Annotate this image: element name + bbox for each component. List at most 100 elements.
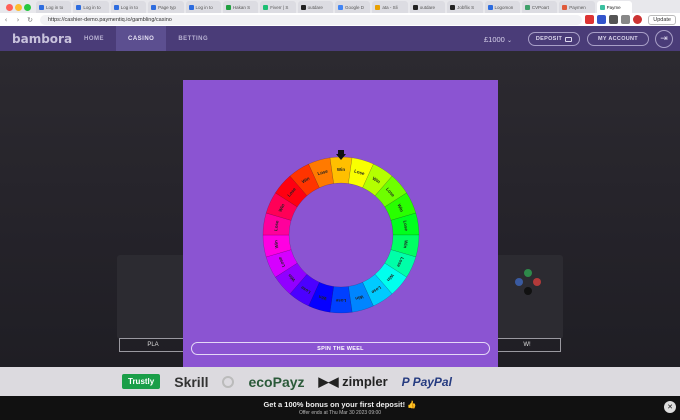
extension-icon[interactable] [609,15,619,24]
browser-tab[interactable]: Logomon [484,1,520,13]
forward-icon[interactable]: › [12,16,24,24]
github-icon [300,4,306,10]
maximize-window-icon[interactable] [24,4,31,11]
minimize-window-icon[interactable] [15,4,22,11]
zimpler-mark-icon: ▶◀ [318,373,339,389]
browser-tab[interactable]: CVPoart [521,1,558,13]
browser-tab[interactable]: Log in to [36,1,72,13]
browser-tab-label: Hakan S [232,4,251,10]
browser-tab-label: Page typ [158,4,176,10]
close-icon[interactable]: ✕ [664,401,676,413]
zimpler-label: zimpler [342,373,388,389]
slides-icon [375,4,381,10]
address-bar-row: ‹ › ↻ https://cashier-demo.paymentiq.io/… [0,13,680,26]
browser-tab[interactable]: outdare [409,1,446,13]
browser-chrome: Log in to Log in to Log in to Page typ Log i… [0,0,680,26]
paypal-mark-icon: P [401,374,410,389]
browser-tab-label: Log in to [120,4,139,10]
deposit-button[interactable]: DEPOSIT [528,32,580,46]
paypal-logo: P PayPal [402,375,452,389]
zimpler-logo: ▶◀ zimpler [319,374,388,390]
browser-tab-label: CVPoart [531,4,549,10]
paypal-label: PayPal [412,374,452,389]
browser-tab[interactable]: Jobflix S [447,1,483,13]
browser-tab-label: Google D [345,4,365,10]
browser-tab-label: Log in to [195,4,213,10]
bonus-banner: Get a 100% bonus on your first deposit! … [0,396,680,420]
extension-icon[interactable] [585,15,595,24]
cv-icon [524,4,530,10]
atlassian-icon [188,4,194,10]
browser-tab[interactable]: Payme [596,1,632,13]
browser-tab[interactable]: Log in to [185,1,221,13]
game-card-left[interactable] [117,255,187,339]
atlassian-icon [76,4,82,10]
bonus-headline: Get a 100% bonus on your first deposit! … [0,396,680,409]
back-icon[interactable]: ‹ [0,16,12,24]
browser-tab-label: Log in to [46,4,64,10]
browser-tab[interactable]: ata - Sli [372,1,408,13]
browser-tab-label: Log in to [83,4,101,10]
browser-tab[interactable]: Page typ [148,1,184,13]
play-button-right[interactable]: W! [493,338,561,352]
brand-logo[interactable]: bambora [12,32,72,46]
spin-the-wheel-button[interactable]: SPIN THE WEEL [191,342,490,355]
nav-home[interactable]: HOME [72,26,116,51]
browser-tab[interactable]: outdare [297,1,333,13]
url-field[interactable]: https://cashier-demo.paymentiq.io/gambli… [40,14,583,25]
balance-dropdown[interactable]: £1000 ⌄ [484,35,512,44]
wheel-segment-label: Win [337,167,345,172]
github-icon [412,4,418,10]
my-account-button[interactable]: MY ACCOUNT [587,32,649,46]
browser-tabs: Log in to Log in to Log in to Page typ Log i… [36,1,632,13]
green-dot-icon [225,4,231,10]
chevron-down-icon: ⌄ [506,38,512,44]
deposit-label: DEPOSIT [535,36,563,42]
provider-badge-icon [222,375,235,388]
spin-wheel-modal: Win Lose Win Lose Win Lose Win Lose Win Lose Win Lo… [183,80,498,367]
browser-tab-label: Paymen [569,4,586,10]
browser-tab-label: Fiverr | S [270,4,289,10]
logout-icon[interactable]: ⇥ [655,30,673,48]
browser-tab[interactable]: Paymen [559,1,595,13]
payment-icon [599,4,605,10]
browser-tab[interactable]: Hakan S [222,1,259,13]
game-card-right[interactable] [493,255,563,339]
sidebar-icon[interactable] [621,15,631,24]
browser-tab[interactable]: Log in to [110,1,147,13]
profile-avatar[interactable] [633,15,643,24]
browser-tab[interactable]: Fiverr | S [260,1,296,13]
extension-icon[interactable] [597,15,607,24]
skrill-logo: Skrill [174,373,209,390]
nav-betting[interactable]: BETTING [166,26,220,51]
gamepad-icon [513,267,543,297]
browser-tab-label: Jobflix S [457,4,475,10]
update-button[interactable]: Update [648,14,676,25]
thumbs-up-icon: 👍 [407,400,417,409]
atlassian-icon [39,4,44,10]
prize-wheel: Win LoseWinLoseWinLoseWinLoseWinLoseWinLo… [262,150,420,314]
payment-icon [562,4,568,10]
reload-icon[interactable]: ↻ [24,16,36,24]
browser-tab-label: ata - Sli [382,4,398,10]
trustly-logo: Trustly [122,374,161,389]
browser-tab[interactable]: Google D [335,1,371,13]
browser-tab-label: Payme [606,4,621,10]
browser-tab-label: Logomon [494,4,514,10]
close-window-icon[interactable] [6,4,13,11]
bonus-subline: Offer ends at Thu Mar 30 2023 09:00 [298,410,382,416]
bonus-headline-text: Get a 100% bonus on your first deposit! [263,400,406,409]
jobflix-icon [450,4,456,10]
ecopayz-logo: ecoPayz [248,373,305,390]
payment-providers: Trustly Skrill ecoPayz ▶◀ zimpler P PayP… [0,367,680,396]
wallet-icon [565,36,573,42]
logo-icon [487,4,493,10]
my-account-label: MY ACCOUNT [598,36,638,42]
balance-amount: £1000 [484,35,505,44]
fiverr-icon [263,4,269,10]
play-button-left[interactable]: PLA [119,338,187,352]
nav-casino[interactable]: CASINO [116,26,167,51]
browser-tab-label: outdare [307,4,323,10]
page-icon [151,4,157,10]
browser-tab[interactable]: Log in to [73,1,109,13]
